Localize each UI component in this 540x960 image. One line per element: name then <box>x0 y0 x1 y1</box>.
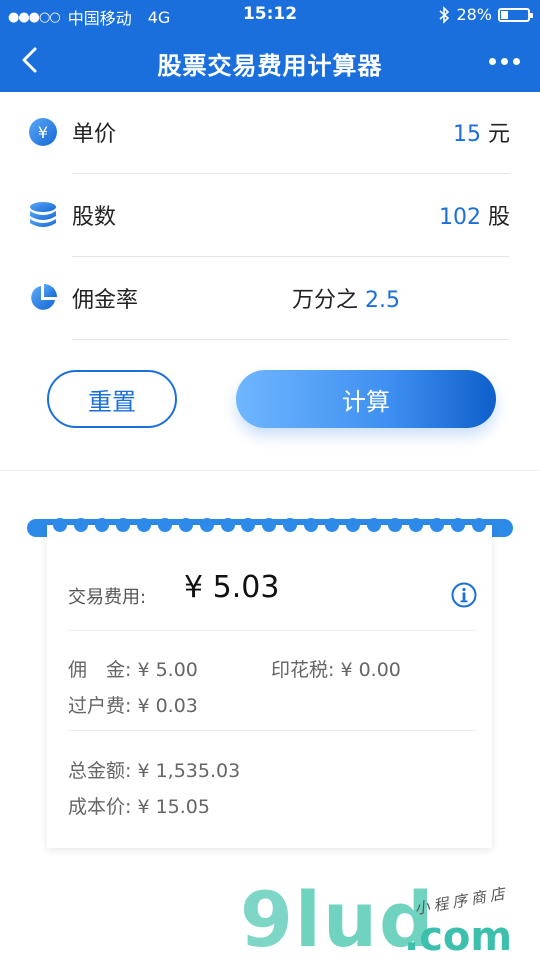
stamp-tax-detail: 印花税: ¥ 0.00 <box>271 659 401 681</box>
price-row[interactable]: ¥ 单价 15 元 <box>0 90 540 174</box>
shares-number: 102 <box>438 205 481 230</box>
shares-value[interactable]: 102 股 <box>439 199 510 231</box>
watermark-com: .com <box>404 914 513 960</box>
battery-icon <box>498 7 533 22</box>
price-label: 单价 <box>72 122 117 147</box>
section-divider <box>0 470 540 471</box>
shares-label: 股数 <box>72 205 117 230</box>
more-dot <box>500 57 508 65</box>
watermark-logo: 9lud 小程序商店 .com <box>240 880 530 960</box>
bluetooth-icon <box>439 5 450 24</box>
commission-detail: 佣 金: ¥ 5.00 <box>68 659 198 681</box>
fee-value: ¥ 5.03 <box>184 570 280 605</box>
yuan-coin-icon: ¥ <box>29 118 57 146</box>
price-number: 15 <box>452 122 481 147</box>
receipt-scallops <box>47 518 492 532</box>
info-circle-icon[interactable] <box>451 582 477 608</box>
commission-rate-label: 佣金率 <box>72 288 139 313</box>
divider <box>72 339 510 340</box>
status-bar: ●●●○○ 中国移动 4G 15:12 28% <box>0 0 540 30</box>
divider <box>68 730 476 731</box>
calculate-button[interactable]: 计算 <box>236 370 496 428</box>
price-value[interactable]: 15 元 <box>453 116 510 148</box>
shares-row[interactable]: 股数 102 股 <box>0 173 540 257</box>
more-dot <box>488 57 496 65</box>
divider <box>68 630 476 631</box>
total-amount-detail: 总金额: ¥ 1,535.03 <box>68 760 241 782</box>
receipt-card: 交易费用: ¥ 5.03 佣 金: ¥ 5.00 印花税: ¥ 0.00 过户费… <box>47 518 492 848</box>
commission-rate-row[interactable]: 佣金率 万分之 2.5 <box>0 256 540 340</box>
page-title: 股票交易费用计算器 <box>157 52 383 80</box>
shares-unit: 股 <box>487 205 510 230</box>
svg-text:¥: ¥ <box>38 123 48 142</box>
commission-rate-value[interactable]: 万分之 2.5 <box>292 282 400 314</box>
reset-button[interactable]: 重置 <box>47 370 177 428</box>
pie-chart-icon <box>31 284 57 310</box>
fee-label: 交易费用: <box>68 587 147 608</box>
battery-fill <box>501 10 508 19</box>
navigation-bar: 股票交易费用计算器 <box>0 30 540 92</box>
commission-rate-number: 2.5 <box>365 288 401 313</box>
cost-price-detail: 成本价: ¥ 15.05 <box>68 796 210 818</box>
status-right: 28% <box>438 5 533 24</box>
commission-rate-prefix: 万分之 <box>292 288 359 313</box>
price-unit: 元 <box>487 122 510 147</box>
more-dot <box>512 57 520 65</box>
header: ●●●○○ 中国移动 4G 15:12 28% 股票交易费用计算器 <box>0 0 540 92</box>
transfer-fee-detail: 过户费: ¥ 0.03 <box>68 695 198 717</box>
database-stack-icon <box>30 202 56 227</box>
more-button[interactable] <box>484 44 524 78</box>
battery-percent: 28% <box>456 5 492 24</box>
